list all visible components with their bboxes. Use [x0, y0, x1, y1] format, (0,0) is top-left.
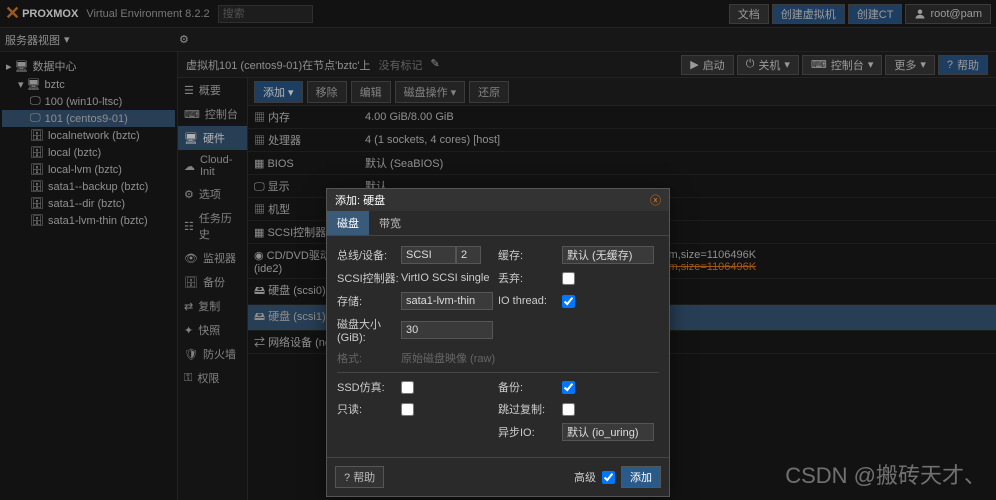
bus-num-input[interactable]: [456, 246, 481, 264]
ssd-checkbox[interactable]: [401, 381, 414, 394]
discard-checkbox[interactable]: [562, 272, 575, 285]
add-confirm-button[interactable]: 添加: [621, 466, 661, 488]
format-value: 原始磁盘映像 (raw): [401, 350, 495, 366]
advanced-label: 高级: [574, 469, 596, 485]
skiprepl-label: 跳过复制:: [498, 401, 562, 417]
skiprepl-checkbox[interactable]: [562, 403, 575, 416]
bus-label: 总线/设备:: [337, 247, 401, 263]
dialog-title-bar[interactable]: 添加: 硬盘 ⓧ: [327, 189, 669, 211]
storage-select[interactable]: [401, 292, 493, 310]
watermark: CSDN @搬砖天才、: [785, 458, 986, 490]
size-input[interactable]: [401, 321, 493, 339]
advanced-checkbox[interactable]: [602, 471, 615, 484]
dialog-title: 添加: 硬盘: [335, 192, 385, 208]
tab-disk[interactable]: 磁盘: [327, 211, 369, 235]
backup-label: 备份:: [498, 379, 562, 395]
scsi-ctrl-value: VirtIO SCSI single: [401, 272, 489, 284]
storage-label: 存储:: [337, 293, 401, 309]
iothread-checkbox[interactable]: [562, 295, 575, 308]
backup-checkbox[interactable]: [562, 381, 575, 394]
help-button[interactable]: ? 帮助: [335, 466, 384, 488]
size-label: 磁盘大小 (GiB):: [337, 316, 401, 344]
aio-label: 异步IO:: [498, 424, 562, 440]
tab-bandwidth[interactable]: 带宽: [369, 211, 411, 235]
format-label: 格式:: [337, 350, 401, 366]
bus-select[interactable]: [401, 246, 456, 264]
readonly-label: 只读:: [337, 401, 401, 417]
discard-label: 丢弃:: [498, 270, 562, 286]
add-disk-dialog: 添加: 硬盘 ⓧ 磁盘 带宽 总线/设备: 缓存: SCSI控制器:VirtIO…: [326, 188, 670, 497]
cache-select[interactable]: [562, 246, 654, 264]
iothread-label: IO thread:: [498, 295, 562, 307]
cache-label: 缓存:: [498, 247, 562, 263]
readonly-checkbox[interactable]: [401, 403, 414, 416]
ssd-label: SSD仿真:: [337, 379, 401, 395]
close-icon[interactable]: ⓧ: [650, 192, 661, 208]
aio-select[interactable]: [562, 423, 654, 441]
scsi-ctrl-label: SCSI控制器:: [337, 270, 401, 286]
